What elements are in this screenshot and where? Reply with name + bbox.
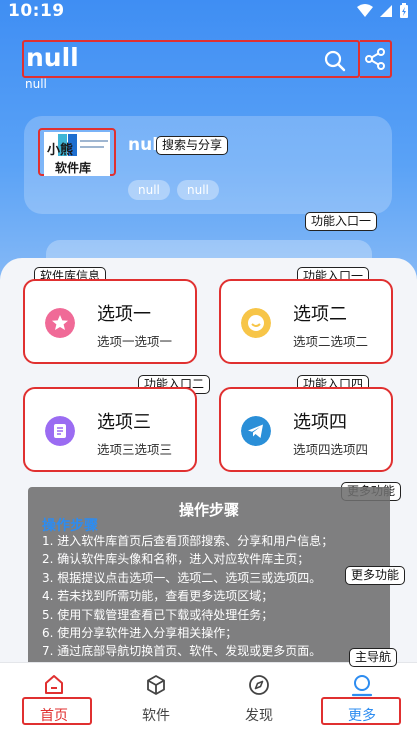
status-icons [357, 3, 409, 19]
option-title: 选项一 [97, 304, 151, 325]
callout-main-nav: 主导航 [349, 648, 398, 667]
chat-icon [241, 308, 271, 338]
home-icon [45, 675, 63, 694]
logo-text-top: 小熊 [47, 142, 73, 158]
battery-icon [400, 3, 408, 18]
star-icon [45, 308, 75, 338]
instruction-step: 5. 使用下载管理查看已下载或待处理任务； [42, 607, 274, 622]
nav-highlight-more [321, 697, 401, 725]
status-time: 10:19 [8, 1, 65, 21]
nav-item-discover[interactable]: 发现 [219, 663, 299, 724]
share-icon [365, 48, 385, 70]
signal-icon [380, 5, 392, 17]
logo-text-bottom: 软件库 [55, 160, 91, 175]
instructions-overlay: 操作步骤 操作步骤 1. 进入软件库首页后查看顶部搜索、分享和用户信息； 2. … [28, 487, 390, 670]
document-icon [45, 416, 75, 446]
share-button[interactable] [360, 40, 392, 78]
instruction-step: 4. 若未找到所需功能，查看更多选项区域； [42, 589, 274, 604]
person-icon [351, 675, 373, 697]
header-subtitle: null [25, 77, 47, 91]
compass-icon [249, 675, 269, 695]
option-card-4[interactable]: 选项四 选项四选项四 [219, 387, 393, 472]
option-title: 选项四 [293, 412, 347, 433]
option-card-1[interactable]: 选项一 选项一选项一 [23, 279, 197, 364]
option-title: 选项三 [97, 412, 151, 433]
callout-search-share: 搜索与分享 [156, 136, 229, 155]
option-subtitle: 选项二选项二 [293, 334, 369, 349]
wifi-icon [357, 4, 373, 17]
instruction-step: 3. 根据提议点击选项一、选项二、选项三或选项四。 [42, 570, 322, 585]
instruction-step: 6. 使用分享软件进入分享相关操作； [42, 626, 238, 641]
nav-label: 发现 [245, 708, 273, 724]
option-card-2[interactable]: 选项二 选项二选项二 [219, 279, 393, 364]
status-bar: 10:19 [0, 0, 417, 26]
option-subtitle: 选项四选项四 [293, 442, 369, 457]
nav-label: 软件 [142, 708, 170, 724]
profile-tag: null [128, 180, 170, 200]
option-title: 选项二 [293, 304, 347, 325]
telegram-icon [241, 416, 271, 446]
option-subtitle: 选项一选项一 [97, 334, 173, 349]
instruction-step: 2. 确认软件库头像和名称，进入对应软件库主页； [42, 552, 310, 567]
nav-highlight-home [22, 697, 92, 725]
instruction-step: 7. 通过底部导航切换首页、软件、发现或更多页面。 [42, 644, 322, 659]
avatar[interactable]: 小熊 软件库 [44, 132, 110, 176]
profile-tag: null [177, 180, 219, 200]
app-logo: 小熊 软件库 [44, 132, 110, 176]
cube-icon [147, 675, 165, 695]
search-icon[interactable] [324, 50, 346, 72]
nav-item-software[interactable]: 软件 [116, 663, 196, 724]
option-subtitle: 选项三选项三 [97, 442, 173, 457]
search-bar[interactable]: null [22, 40, 392, 78]
callout-feature-entry-1-top: 功能入口一 [305, 212, 378, 231]
page-title: null [26, 43, 79, 72]
callout-more-features-2: 更多功能 [345, 566, 406, 585]
instruction-step: 1. 进入软件库首页后查看顶部搜索、分享和用户信息； [42, 534, 334, 548]
instructions-list: 1. 进入软件库首页后查看顶部搜索、分享和用户信息； 2. 确认软件库头像和名称… [42, 532, 333, 661]
option-card-3[interactable]: 选项三 选项三选项三 [23, 387, 197, 472]
search-box[interactable]: null [22, 40, 360, 78]
